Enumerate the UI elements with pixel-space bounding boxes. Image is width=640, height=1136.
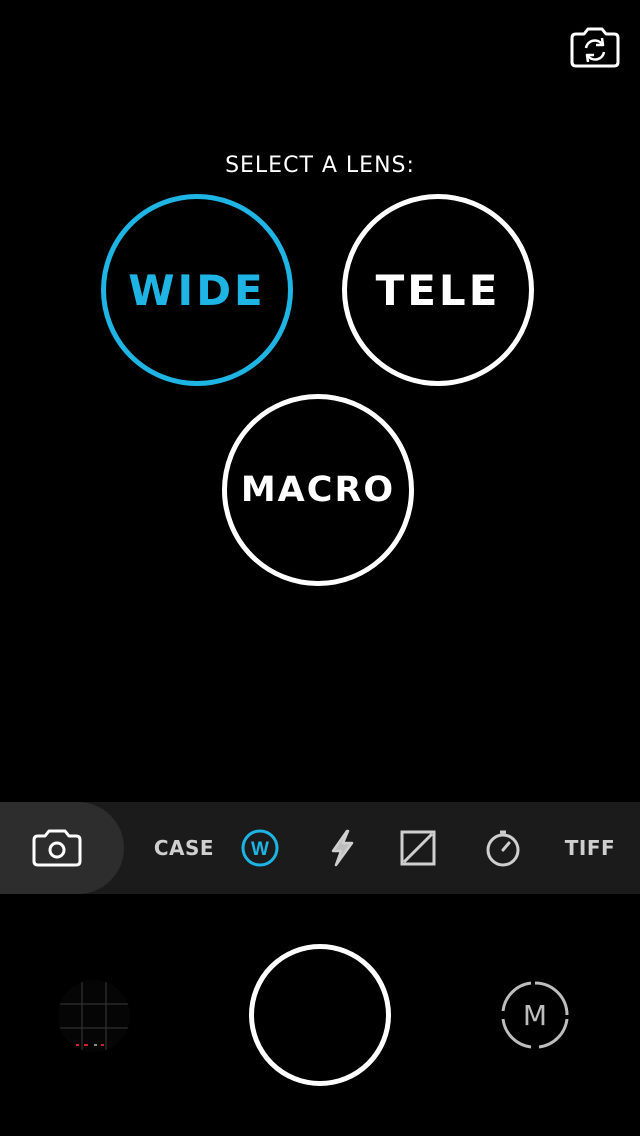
exposure-icon	[400, 830, 436, 866]
shutter-button[interactable]	[249, 944, 391, 1086]
select-lens-prompt: SELECT A LENS:	[225, 153, 415, 178]
lens-wide-label: WIDE	[128, 265, 266, 315]
lens-badge-text: W	[251, 839, 269, 860]
lens-selector-button[interactable]: W	[236, 802, 284, 894]
lens-w-icon: W	[241, 829, 279, 867]
exposure-button[interactable]	[396, 802, 440, 894]
lens-macro-button[interactable]: MACRO	[222, 394, 414, 586]
flash-icon	[331, 829, 354, 867]
camera-icon	[32, 829, 82, 867]
lens-tele-button[interactable]: TELE	[342, 194, 534, 386]
format-button[interactable]: TIFF	[560, 802, 620, 894]
thumbnail-image	[58, 980, 130, 1052]
last-photo-thumbnail[interactable]	[58, 980, 130, 1052]
viewfinder[interactable]: SELECT A LENS: WIDE TELE MACRO	[0, 0, 640, 802]
photo-mode-button[interactable]	[0, 802, 124, 894]
timer-icon	[486, 830, 520, 867]
lens-macro-label: MACRO	[240, 470, 396, 510]
capture-bar: M	[0, 894, 640, 1136]
lens-wide-button[interactable]: WIDE	[101, 194, 293, 386]
flash-button[interactable]	[322, 802, 362, 894]
camera-flip-icon[interactable]	[568, 24, 622, 70]
format-label: TIFF	[564, 836, 616, 860]
manual-label: M	[522, 998, 548, 1032]
lens-tele-label: TELE	[375, 265, 501, 315]
case-button[interactable]: CASE	[148, 802, 220, 894]
case-label: CASE	[153, 836, 215, 860]
camera-toolbar: CASE W TIFF	[0, 802, 640, 894]
manual-mode-button[interactable]: M	[500, 980, 570, 1050]
timer-button[interactable]	[480, 802, 526, 894]
camera-screen: SELECT A LENS: WIDE TELE MACRO CASE W TI…	[0, 0, 640, 1136]
